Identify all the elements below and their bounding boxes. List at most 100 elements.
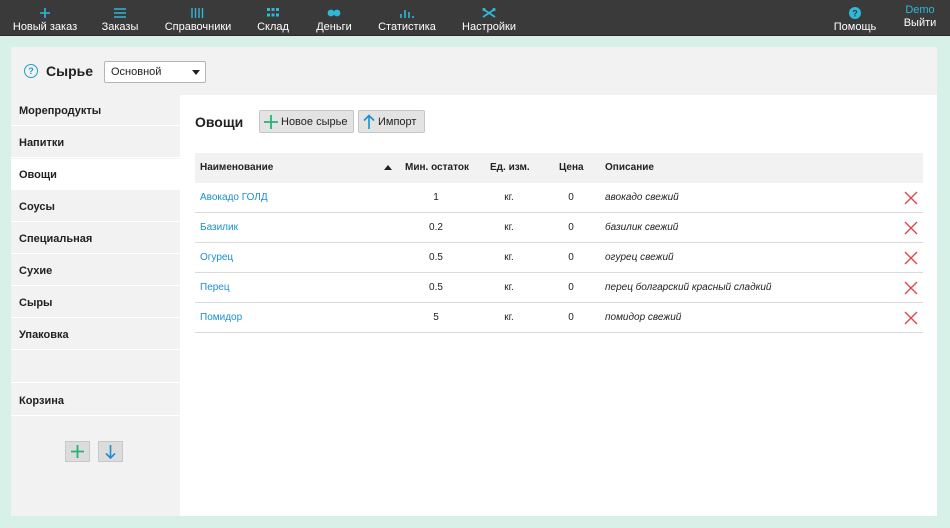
table-row: Помидор 5 кг. 0 помидор свежий [195, 303, 923, 333]
logout-label: Выйти [903, 17, 937, 29]
help-circle-icon: ? [849, 5, 861, 21]
unit-value: кг. [504, 312, 514, 323]
column-header-price[interactable]: Цена [559, 162, 584, 173]
group-select-value: Основной [111, 66, 162, 78]
sidebar-item-vegetables[interactable]: Овощи [11, 159, 180, 190]
item-name-link[interactable]: Огурец [200, 252, 233, 263]
delete-icon[interactable] [904, 281, 918, 295]
nav-label: Справочники [164, 21, 232, 33]
description-value: перец болгарский красный сладкий [605, 282, 772, 293]
nav-money[interactable]: Деньги [314, 0, 354, 36]
item-name-link[interactable]: Базилик [200, 222, 238, 233]
min-stock-value: 0.5 [429, 282, 443, 293]
unit-value: кг. [504, 222, 514, 233]
plus-icon [71, 445, 84, 458]
column-header-unit[interactable]: Ед. изм. [490, 162, 530, 173]
grid-icon [267, 5, 279, 21]
import-label: Импорт [378, 115, 417, 128]
nav-label: Статистика [378, 21, 436, 33]
sidebar-item-packaging[interactable]: Упаковка [11, 319, 180, 350]
nav-directories[interactable]: Справочники [165, 0, 231, 36]
table-row: Авокадо ГОЛД 1 кг. 0 авокадо свежий [195, 183, 923, 213]
chevron-down-icon [192, 70, 200, 75]
sidebar-item-trash[interactable]: Корзина [11, 384, 180, 416]
panel-header: ? Сырье Основной [11, 47, 937, 95]
nav-label: Заказы [101, 21, 139, 33]
delete-icon[interactable] [904, 221, 918, 235]
svg-text:?: ? [852, 9, 858, 19]
arrow-down-icon [105, 444, 116, 459]
nav-help[interactable]: ? Помощь [833, 0, 877, 36]
description-value: авокадо свежий [605, 192, 679, 203]
column-header-description[interactable]: Описание [605, 162, 654, 173]
description-value: огурец свежий [605, 252, 674, 263]
sidebar-item-dry[interactable]: Сухие [11, 255, 180, 286]
import-button[interactable]: Импорт [358, 110, 425, 133]
sidebar-item-seafood[interactable]: Морепродукты [11, 95, 180, 126]
sort-asc-icon[interactable] [384, 165, 392, 170]
delete-icon[interactable] [904, 251, 918, 265]
move-down-button[interactable] [98, 441, 123, 462]
table-header: Наименование Мин. остаток Ед. изм. Цена … [195, 153, 923, 183]
help-icon[interactable]: ? [24, 64, 38, 78]
add-category-button[interactable] [65, 441, 90, 462]
table-row: Перец 0.5 кг. 0 перец болгарский красный… [195, 273, 923, 303]
page-title: Сырье [46, 63, 94, 79]
main-panel: ? Сырье Основной Морепродукты Напитки Ов… [11, 47, 937, 516]
price-value: 0 [568, 282, 574, 293]
arrow-up-icon [363, 114, 375, 129]
delete-icon[interactable] [904, 191, 918, 205]
price-value: 0 [568, 192, 574, 203]
column-header-min-stock[interactable]: Мин. остаток [405, 162, 469, 173]
table-row: Базилик 0.2 кг. 0 базилик свежий [195, 213, 923, 243]
unit-value: кг. [504, 192, 514, 203]
nav-label: Настройки [462, 21, 516, 33]
nav-orders[interactable]: Заказы [100, 0, 140, 36]
group-select[interactable]: Основной [104, 61, 206, 83]
min-stock-value: 0.2 [429, 222, 443, 233]
item-name-link[interactable]: Помидор [200, 312, 242, 323]
unit-value: кг. [504, 252, 514, 263]
unit-value: кг. [504, 282, 514, 293]
menu-lines-icon [114, 5, 126, 21]
nav-new-order[interactable]: Новый заказ [12, 0, 78, 36]
tools-icon [482, 5, 496, 21]
top-nav-bar: Новый заказ Заказы Справочники Склад Ден… [0, 0, 950, 36]
bar-chart-icon [400, 5, 414, 21]
item-name-link[interactable]: Авокадо ГОЛД [200, 192, 268, 203]
description-value: базилик свежий [605, 222, 679, 233]
user-name: Demo [905, 4, 935, 16]
price-value: 0 [568, 312, 574, 323]
category-sidebar: Морепродукты Напитки Овощи Соусы Специал… [11, 95, 180, 516]
sidebar-item-empty [11, 351, 180, 383]
table-row: Огурец 0.5 кг. 0 огурец свежий [195, 243, 923, 273]
delete-icon[interactable] [904, 311, 918, 325]
sidebar-item-drinks[interactable]: Напитки [11, 127, 180, 158]
coins-icon [327, 5, 341, 21]
nav-label: Новый заказ [12, 21, 78, 33]
column-header-name[interactable]: Наименование [200, 162, 273, 173]
sidebar-item-special[interactable]: Специальная [11, 223, 180, 254]
new-material-button[interactable]: Новое сырье [259, 110, 354, 133]
nav-label: Склад [257, 21, 289, 33]
nav-logout[interactable]: Demo Выйти [900, 0, 940, 36]
price-value: 0 [568, 252, 574, 263]
plus-icon [264, 114, 278, 129]
nav-label: Помощь [833, 21, 877, 33]
plus-icon [39, 5, 51, 21]
book-bars-icon [191, 5, 205, 21]
min-stock-value: 0.5 [429, 252, 443, 263]
nav-statistics[interactable]: Статистика [378, 0, 436, 36]
nav-label: Деньги [316, 21, 352, 33]
price-value: 0 [568, 222, 574, 233]
item-name-link[interactable]: Перец [200, 282, 230, 293]
category-title: Овощи [195, 114, 244, 130]
sidebar-item-sauces[interactable]: Соусы [11, 191, 180, 222]
nav-warehouse[interactable]: Склад [255, 0, 291, 36]
sidebar-item-cheese[interactable]: Сыры [11, 287, 180, 318]
min-stock-value: 1 [433, 192, 439, 203]
description-value: помидор свежий [605, 312, 682, 323]
new-material-label: Новое сырье [281, 115, 348, 128]
min-stock-value: 5 [433, 312, 439, 323]
nav-settings[interactable]: Настройки [461, 0, 517, 36]
